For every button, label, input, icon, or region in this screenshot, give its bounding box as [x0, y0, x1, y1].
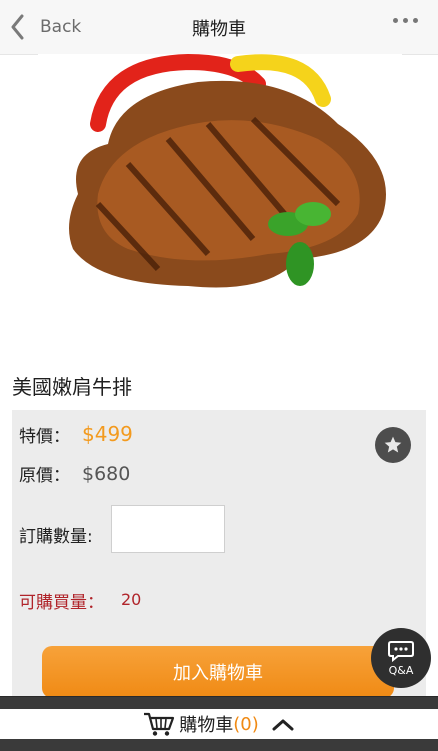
bottom-cart-bar: 購物車 ( 0 ) — [0, 696, 438, 751]
cart-close-paren: ) — [251, 713, 259, 735]
available-label: 可購買量： — [19, 593, 104, 613]
page-title: 購物車 — [192, 19, 246, 40]
top-nav-bar: Back 購物車 — [0, 0, 438, 55]
qa-label: Q&A — [388, 663, 414, 677]
cart-toggle[interactable]: 購物車 ( 0 ) — [0, 709, 438, 739]
original-price: $680 — [82, 463, 131, 485]
original-price-label: 原價： — [19, 466, 70, 486]
order-panel: 特價： $499 原價： $680 訂購數量: 可購買量： 20 加入購物車 — [12, 410, 426, 700]
qa-button[interactable]: Q&A — [371, 628, 431, 688]
quantity-input[interactable] — [111, 505, 225, 553]
more-options-icon[interactable] — [393, 18, 418, 23]
add-to-cart-button[interactable]: 加入購物車 — [42, 646, 394, 698]
special-price-label: 特價： — [19, 427, 70, 447]
chat-bubble-icon — [388, 640, 414, 662]
favorite-button[interactable] — [375, 427, 411, 463]
cart-count: 0 — [240, 713, 252, 735]
special-price: $499 — [82, 422, 133, 446]
product-image — [38, 54, 402, 312]
star-icon — [384, 436, 402, 453]
chevron-up-icon — [272, 719, 294, 731]
cart-open-paren: ( — [233, 713, 241, 735]
product-name: 美國嫩肩牛排 — [12, 375, 132, 399]
cart-label: 購物車 — [179, 715, 234, 736]
quantity-label: 訂購數量: — [19, 527, 93, 547]
available-value: 20 — [121, 590, 142, 609]
cart-icon — [144, 712, 175, 736]
